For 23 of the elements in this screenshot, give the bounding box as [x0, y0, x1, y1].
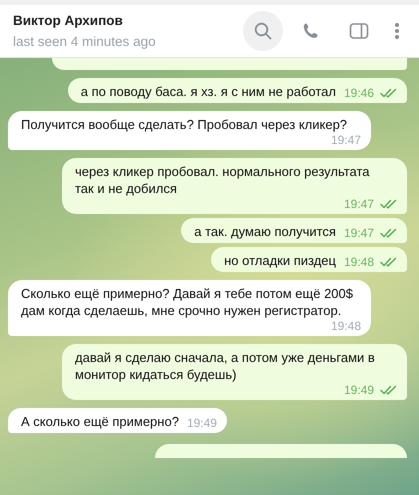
message-text: Получится вообще сделать? Пробовал через кликер?	[21, 116, 348, 133]
message-time: 19:47	[344, 226, 374, 240]
message-text: Сколько ещё примерно? Давай я тебе потом ещё 200$ дам когда сделаешь, мне срочно нужен регистратор.	[21, 285, 354, 319]
message-time: 19:49	[344, 383, 374, 397]
message-time: 19:47	[344, 197, 374, 211]
message-text: через кликер пробовал. нормального результата так и не добился	[75, 163, 371, 197]
message-text: давай я сделаю сначала, а потом уже деньгами в монитор кидаться будешь)	[75, 349, 376, 383]
message-time: 19:47	[330, 133, 361, 147]
last-seen-status: last seen 4 minutes ago	[13, 34, 157, 49]
message-time: 19:46	[344, 86, 374, 100]
message-text: а так. думаю получится	[194, 223, 336, 240]
phone-icon	[302, 22, 320, 40]
message-time: 19:49	[186, 416, 217, 430]
search-icon	[254, 22, 272, 40]
panel-icon	[349, 22, 369, 40]
message-time: 19:48	[344, 255, 374, 269]
search-button[interactable]	[243, 11, 283, 51]
message-text: но отладки пиздец	[224, 252, 336, 269]
message-text: А сколько ещё примерно?	[21, 413, 179, 430]
more-icon	[394, 22, 400, 40]
contact-name: Виктор Архипов	[13, 13, 124, 28]
message-time: 19:48	[330, 319, 361, 333]
message-text: а по поводу баса. я хз. я с ним не работал	[80, 83, 336, 100]
